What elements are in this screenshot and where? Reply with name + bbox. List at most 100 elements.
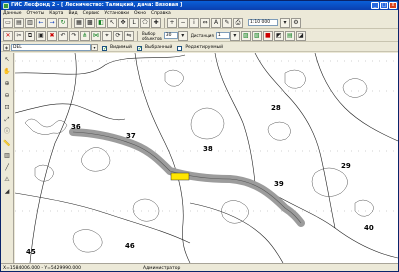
- main-window: ГИС Лесфонд 2 - [ Лесничество: Талицкий,…: [0, 0, 399, 272]
- chart-icon[interactable]: ▥: [2, 151, 12, 161]
- rotate-icon[interactable]: ⟳: [113, 30, 123, 41]
- boundary-line: [214, 53, 256, 184]
- stand-contour: [284, 69, 306, 89]
- distance-label: Дистанция: [190, 33, 214, 38]
- editable-label: Редактируемый: [185, 44, 224, 50]
- quarter-label: 40: [364, 224, 374, 232]
- zoom-in-left-icon[interactable]: ⊕: [2, 79, 12, 89]
- merge-icon[interactable]: ⋈: [91, 30, 101, 41]
- maximize-button[interactable]: □: [380, 2, 388, 9]
- layer-dropdown-icon[interactable]: ▾: [91, 43, 98, 51]
- distance-dropdown-icon[interactable]: ▾: [229, 30, 240, 41]
- coordinates-readout: X=1584006.000 - Y=5429990.000: [3, 266, 81, 271]
- line-tool-icon[interactable]: ╱: [2, 163, 12, 173]
- menu-item-reports[interactable]: Отчеты: [26, 10, 44, 17]
- visible-label: Видимый: [110, 44, 132, 50]
- copy-icon[interactable]: ⧉: [25, 30, 35, 41]
- scale-select[interactable]: 1:10 000: [248, 19, 278, 26]
- layer-icon: ◈: [3, 43, 10, 51]
- map-canvas[interactable]: 36 37 38 28 39 29 40 45 46: [15, 53, 398, 263]
- mirror-icon[interactable]: ⇋: [124, 30, 134, 41]
- title-bar: ГИС Лесфонд 2 - [ Лесничество: Талицкий,…: [1, 1, 398, 10]
- hatch-icon[interactable]: ▨: [240, 30, 251, 41]
- measure-icon[interactable]: ⇔: [200, 17, 210, 28]
- layer-toolbar: ◈ DEL ▾ ✓ Видимый ✓ Выбранный Редактируе…: [1, 43, 398, 52]
- zoom-out-left-icon[interactable]: ⊖: [2, 91, 12, 101]
- redo-icon[interactable]: ↷: [69, 30, 79, 41]
- eraser-icon[interactable]: ◢: [2, 187, 12, 197]
- ruler-icon[interactable]: 📏: [2, 139, 12, 149]
- settings-icon[interactable]: ⚙: [291, 17, 301, 28]
- close-button[interactable]: x: [389, 2, 397, 9]
- left-toolbar: ↖ ✋ ⊕ ⊖ ⊡ ⤢ ⓘ 📏 ▥ ╱ ⚠ ◢: [1, 53, 14, 263]
- forest-map[interactable]: 36 37 38 28 39 29 40 45 46: [15, 53, 398, 263]
- selected-stand[interactable]: [170, 172, 190, 181]
- pan-icon[interactable]: ✋: [2, 67, 12, 77]
- undo-icon[interactable]: ↶: [58, 30, 68, 41]
- stand-contour: [342, 78, 368, 98]
- identify-icon[interactable]: ⓘ: [2, 127, 12, 137]
- stop-icon[interactable]: ■: [262, 30, 273, 41]
- menu-item-data[interactable]: Данные: [3, 10, 21, 17]
- zoom-all-icon[interactable]: ⤢: [2, 115, 12, 125]
- boundary-line: [29, 53, 77, 263]
- cut-icon[interactable]: ✂: [14, 30, 24, 41]
- snap-icon[interactable]: ⌖: [102, 30, 112, 41]
- minimize-button[interactable]: _: [371, 2, 379, 9]
- menu-item-view[interactable]: Вид: [68, 10, 77, 17]
- text-icon[interactable]: A: [211, 17, 221, 28]
- distance-field[interactable]: 1: [215, 32, 230, 39]
- menu-item-window[interactable]: Окно: [134, 10, 146, 17]
- visible-checkbox[interactable]: ✓: [102, 45, 107, 51]
- edit-icon[interactable]: ✎: [222, 17, 232, 28]
- select-count-dropdown-icon[interactable]: ▾: [177, 30, 188, 41]
- line-icon[interactable]: L: [129, 17, 139, 28]
- layers-icon[interactable]: ◧: [96, 17, 106, 28]
- menu-item-help[interactable]: Справка: [151, 10, 171, 17]
- info-icon[interactable]: i: [189, 17, 199, 28]
- pointer-icon[interactable]: ↖: [2, 55, 12, 65]
- zoom-in-icon[interactable]: +: [167, 17, 177, 28]
- selected-checkbox[interactable]: ✓: [136, 45, 142, 51]
- node-icon[interactable]: ✚: [151, 17, 161, 28]
- quarter-label: 39: [274, 180, 284, 188]
- table-icon[interactable]: ▦: [74, 17, 84, 28]
- zoom-out-icon[interactable]: −: [178, 17, 188, 28]
- scale-dropdown-icon[interactable]: ▾: [280, 17, 290, 28]
- move-icon[interactable]: ✥: [118, 17, 128, 28]
- toolbar-separator: [71, 17, 72, 28]
- polygon-icon[interactable]: ⬠: [140, 17, 150, 28]
- delete-object-icon[interactable]: ✖: [47, 30, 57, 41]
- open-icon[interactable]: ▭: [3, 17, 13, 28]
- layer-select[interactable]: DEL: [11, 43, 91, 51]
- quarter-label: 28: [271, 104, 281, 112]
- quarter-label: 46: [125, 242, 135, 250]
- print-map-icon[interactable]: ⎙: [233, 17, 243, 28]
- warning-icon[interactable]: ⚠: [2, 175, 12, 185]
- back-icon[interactable]: ←: [36, 17, 46, 28]
- menu-item-settings[interactable]: Установки: [104, 10, 129, 17]
- main-toolbar: ▭ ▤ ▥ ← → ↻ ▦ ▩ ◧ ↖ ✥ L ⬠ ✚ + − i ⇔ A ✎ …: [1, 17, 398, 29]
- save-icon[interactable]: ▤: [14, 17, 24, 28]
- select-count-field[interactable]: 30: [163, 32, 178, 39]
- pattern-icon[interactable]: ▤: [284, 30, 295, 41]
- paste-icon[interactable]: ▣: [36, 30, 46, 41]
- print-icon[interactable]: ▥: [25, 17, 35, 28]
- menu-item-service[interactable]: Сервис: [83, 10, 100, 17]
- forward-icon[interactable]: →: [47, 17, 57, 28]
- split-icon[interactable]: ⋔: [80, 30, 90, 41]
- delete-icon[interactable]: ✕: [3, 30, 13, 41]
- boundary-line: [254, 53, 336, 229]
- select-icon[interactable]: ↖: [107, 17, 117, 28]
- menu-item-map[interactable]: Карта: [49, 10, 63, 17]
- boundary-line: [314, 53, 398, 142]
- zoom-window-icon[interactable]: ⊡: [2, 103, 12, 113]
- refresh-icon[interactable]: ↻: [58, 17, 68, 28]
- boundary-line: [15, 54, 186, 75]
- editable-checkbox[interactable]: [177, 45, 183, 51]
- palette-icon[interactable]: ◩: [273, 30, 284, 41]
- fill-icon[interactable]: ▧: [251, 30, 262, 41]
- style-icon[interactable]: ◪: [295, 30, 306, 41]
- selected-label: Выбранный: [144, 44, 173, 50]
- grid-icon[interactable]: ▩: [85, 17, 95, 28]
